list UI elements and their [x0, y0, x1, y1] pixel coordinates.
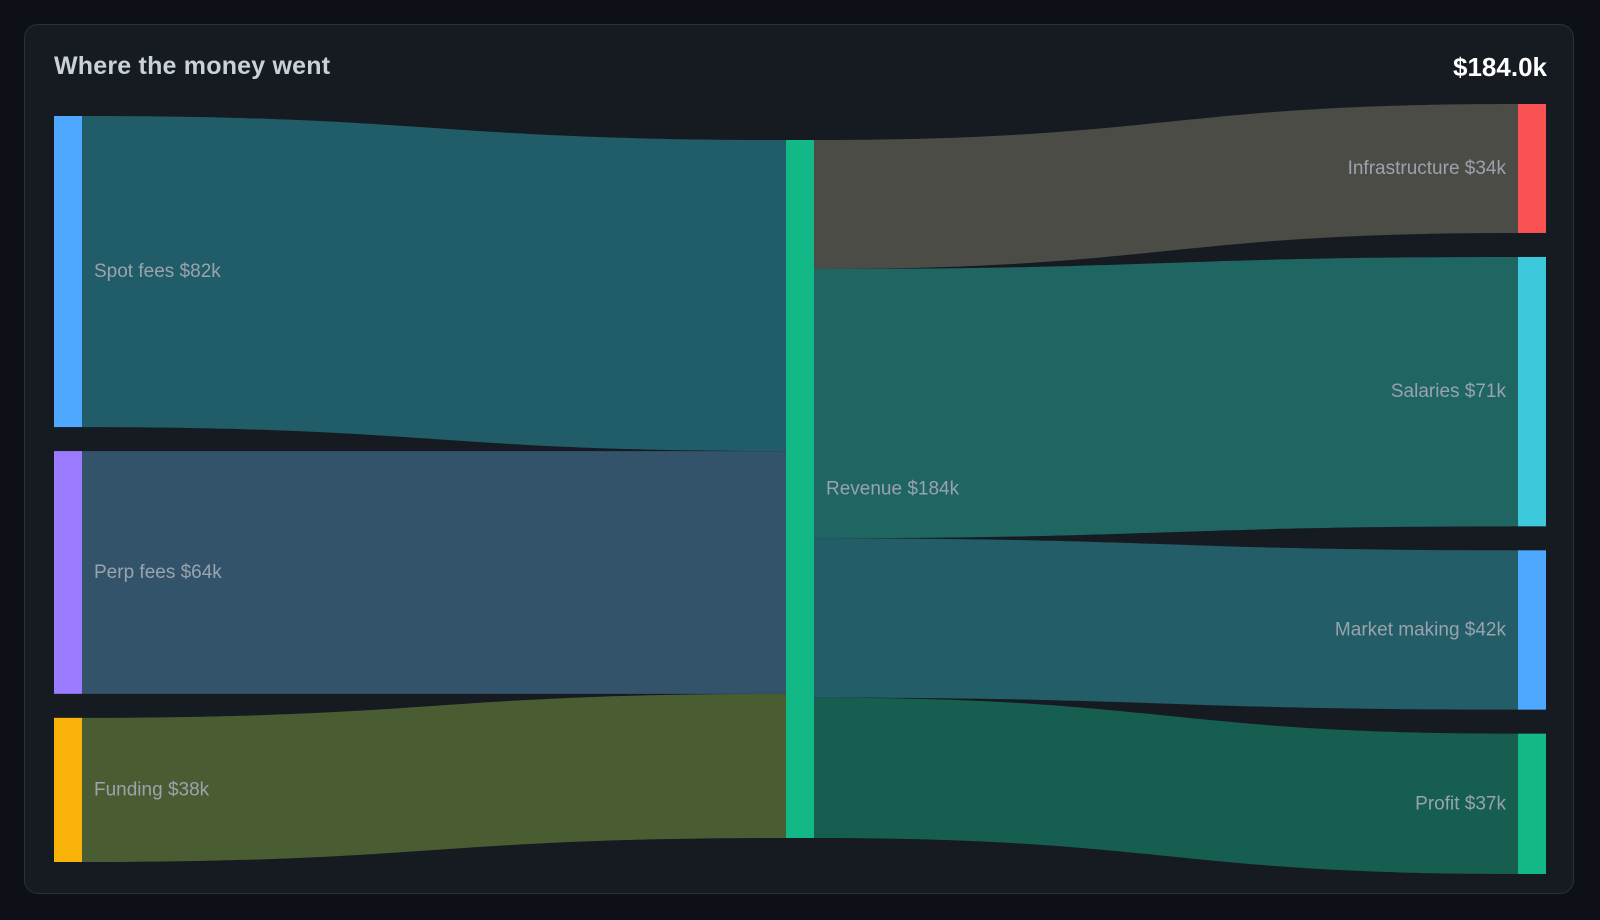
- node-salaries: [1518, 256, 1546, 527]
- node-infrastructure: [1518, 104, 1546, 233]
- link-revenue-to-profit: [814, 697, 1518, 874]
- node-spot-fees: [54, 116, 82, 428]
- node-revenue: [786, 140, 814, 838]
- node-perp-fees: [54, 451, 82, 694]
- node-label-spot-fees: Spot fees $82k: [94, 261, 221, 282]
- node-label-salaries: Salaries $71k: [1391, 381, 1507, 402]
- node-label-infrastructure: Infrastructure $34k: [1348, 158, 1507, 179]
- link-funding-to-revenue: [82, 693, 786, 862]
- node-label-funding: Funding $38k: [94, 779, 210, 800]
- node-label-perp-fees: Perp fees $64k: [94, 562, 222, 583]
- node-label-revenue: Revenue $184k: [826, 479, 960, 500]
- node-label-profit: Profit $37k: [1415, 793, 1506, 814]
- link-spot-to-revenue: [82, 116, 786, 452]
- link-revenue-to-infra: [814, 104, 1518, 269]
- node-funding: [54, 717, 82, 862]
- sankey-chart: Spot fees $82k Perp fees $64k Funding $38k…: [54, 104, 1546, 874]
- node-label-market-making: Market making $42k: [1335, 619, 1507, 640]
- node-profit: [1518, 733, 1546, 874]
- node-market-making: [1518, 550, 1546, 710]
